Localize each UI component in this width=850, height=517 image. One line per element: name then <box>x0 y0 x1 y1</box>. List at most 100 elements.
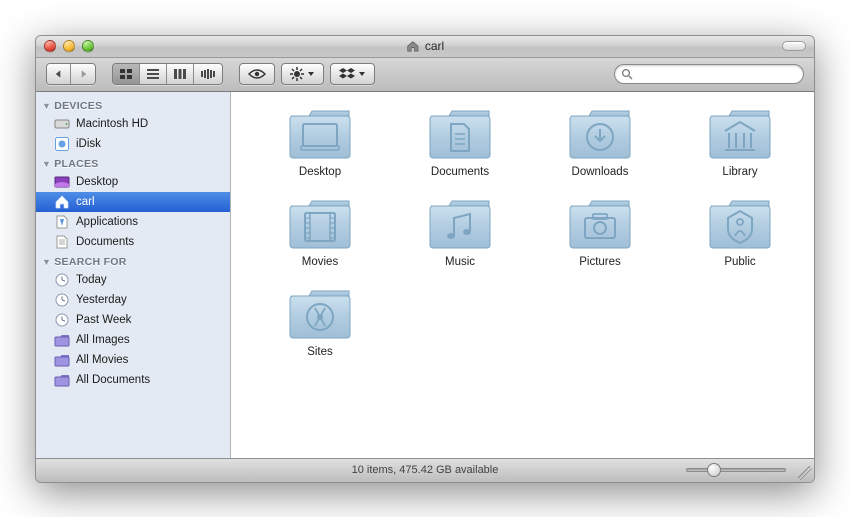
sidebar-item-label: All Documents <box>76 374 150 386</box>
sidebar-item-label: All Movies <box>76 354 128 366</box>
sidebar-item-label: iDisk <box>76 138 101 150</box>
status-bar: 10 items, 475.42 GB available <box>36 458 814 482</box>
folder-label: Music <box>445 256 475 268</box>
disclosure-triangle-icon: ▼ <box>42 257 51 267</box>
forward-button[interactable] <box>71 64 95 84</box>
section-label: DEVICES <box>54 100 102 112</box>
resize-handle[interactable] <box>798 466 812 480</box>
home-icon <box>54 194 70 210</box>
close-button[interactable] <box>44 40 56 52</box>
view-column-button[interactable] <box>167 64 194 84</box>
sidebar-item-all-documents[interactable]: All Documents <box>36 370 230 390</box>
toolbar-actions <box>239 63 375 85</box>
folder-icon <box>287 286 353 342</box>
sidebar-item-macintosh-hd[interactable]: Macintosh HD <box>36 114 230 134</box>
clock-icon <box>54 272 70 288</box>
sidebar-item-label: Today <box>76 274 107 286</box>
quicklook-button[interactable] <box>239 63 275 85</box>
disclosure-triangle-icon: ▼ <box>42 159 51 169</box>
search-icon <box>621 68 633 80</box>
window-title: carl <box>36 39 814 53</box>
folder-public[interactable]: Public <box>675 196 805 268</box>
zoom-button[interactable] <box>82 40 94 52</box>
window-title-text: carl <box>425 39 444 53</box>
sidebar-item-carl[interactable]: carl <box>36 192 230 212</box>
folder-documents[interactable]: Documents <box>395 106 525 178</box>
sidebar-item-documents[interactable]: Documents <box>36 232 230 252</box>
titlebar[interactable]: carl <box>36 36 814 58</box>
sidebar-item-all-images[interactable]: All Images <box>36 330 230 350</box>
sidebar-item-label: Macintosh HD <box>76 118 148 130</box>
nav-buttons <box>46 63 96 85</box>
folder-sites[interactable]: Sites <box>255 286 385 358</box>
folder-music[interactable]: Music <box>395 196 525 268</box>
disclosure-triangle-icon: ▼ <box>42 101 51 111</box>
folder-icon <box>287 106 353 162</box>
folder-downloads[interactable]: Downloads <box>535 106 665 178</box>
folder-label: Movies <box>302 256 338 268</box>
sidebar-item-desktop[interactable]: Desktop <box>36 172 230 192</box>
folder-icon <box>287 196 353 252</box>
folder-pictures[interactable]: Pictures <box>535 196 665 268</box>
idisk-icon <box>54 136 70 152</box>
sidebar-item-label: carl <box>76 196 95 208</box>
clock-icon <box>54 312 70 328</box>
folder-label: Pictures <box>579 256 621 268</box>
toolbar-toggle-button[interactable] <box>782 41 814 51</box>
minimize-button[interactable] <box>63 40 75 52</box>
folder-label: Sites <box>307 346 333 358</box>
sidebar-item-label: Applications <box>76 216 138 228</box>
documents-icon <box>54 234 70 250</box>
folder-icon <box>567 196 633 252</box>
folder-library[interactable]: Library <box>675 106 805 178</box>
view-list-button[interactable] <box>140 64 167 84</box>
home-icon <box>406 40 420 52</box>
folder-movies[interactable]: Movies <box>255 196 385 268</box>
folder-icon <box>707 106 773 162</box>
clock-icon <box>54 292 70 308</box>
dropbox-button[interactable] <box>330 63 375 85</box>
folder-icon <box>707 196 773 252</box>
sidebar-item-past-week[interactable]: Past Week <box>36 310 230 330</box>
section-label: SEARCH FOR <box>54 256 126 268</box>
folder-icon <box>427 196 493 252</box>
icon-size-slider[interactable] <box>686 468 786 472</box>
sidebar-item-all-movies[interactable]: All Movies <box>36 350 230 370</box>
sidebar: ▼ DEVICES Macintosh HD iDisk ▼ PLACES <box>36 92 231 458</box>
sidebar-item-today[interactable]: Today <box>36 270 230 290</box>
sidebar-item-label: Documents <box>76 236 134 248</box>
sidebar-item-applications[interactable]: Applications <box>36 212 230 232</box>
sidebar-item-label: Desktop <box>76 176 118 188</box>
smart-folder-icon <box>54 332 70 348</box>
folder-icon <box>427 106 493 162</box>
view-icon-button[interactable] <box>113 64 140 84</box>
folder-label: Documents <box>431 166 489 178</box>
back-button[interactable] <box>47 64 71 84</box>
folder-label: Desktop <box>299 166 341 178</box>
smart-folder-icon <box>54 372 70 388</box>
applications-icon <box>54 214 70 230</box>
traffic-lights <box>36 40 94 52</box>
folder-label: Library <box>722 166 757 178</box>
folder-icon <box>567 106 633 162</box>
folder-label: Downloads <box>572 166 629 178</box>
content-area[interactable]: Desktop Documents <box>231 92 814 458</box>
action-menu-button[interactable] <box>281 63 324 85</box>
sidebar-item-idisk[interactable]: iDisk <box>36 134 230 154</box>
desktop-icon <box>54 174 70 190</box>
section-header-places[interactable]: ▼ PLACES <box>36 154 230 172</box>
finder-window: carl <box>35 35 815 483</box>
hard-drive-icon <box>54 116 70 132</box>
sidebar-item-label: Yesterday <box>76 294 127 306</box>
folder-label: Public <box>724 256 755 268</box>
section-header-devices[interactable]: ▼ DEVICES <box>36 96 230 114</box>
search-field[interactable] <box>614 64 804 84</box>
smart-folder-icon <box>54 352 70 368</box>
section-label: PLACES <box>54 158 98 170</box>
section-header-search-for[interactable]: ▼ SEARCH FOR <box>36 252 230 270</box>
folder-grid: Desktop Documents <box>255 106 800 358</box>
view-coverflow-button[interactable] <box>194 64 222 84</box>
toolbar <box>36 58 814 92</box>
sidebar-item-yesterday[interactable]: Yesterday <box>36 290 230 310</box>
folder-desktop[interactable]: Desktop <box>255 106 385 178</box>
